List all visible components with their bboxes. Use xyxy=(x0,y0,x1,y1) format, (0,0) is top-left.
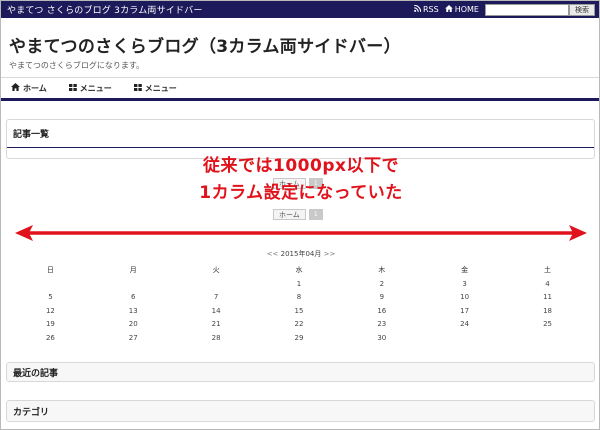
calendar-day: 2 xyxy=(379,279,385,288)
calendar-week-row: 26 27 28 29 30 xyxy=(9,331,589,345)
site-header: やまてつのさくらブログ（3カラム両サイドバー） やまてつのさくらブログになります… xyxy=(1,18,599,78)
calendar-day: 7 xyxy=(213,293,219,302)
calendar-day: 14 xyxy=(211,306,221,315)
calendar-weekday: 水 xyxy=(295,266,303,274)
nav-item-label: メニュー xyxy=(79,83,112,93)
calendar-week-row: 12 13 14 15 16 17 18 xyxy=(9,304,589,318)
nav-item-label: メニュー xyxy=(144,83,177,93)
search-form: 検索 xyxy=(485,3,595,16)
calendar-weekday: 木 xyxy=(378,266,386,274)
calendar-table: 日 月 火 水 木 金 土 1 2 3 4 5 6 7 8 9 10 11 12… xyxy=(9,263,589,345)
calendar-week-row: 1 2 3 4 xyxy=(9,277,589,291)
calendar-day: 16 xyxy=(377,306,387,315)
calendar-month: 2015年04月 xyxy=(280,250,322,258)
calendar-weekday-row: 日 月 火 水 木 金 土 xyxy=(9,263,589,277)
rss-label: RSS xyxy=(423,5,439,14)
calendar-day: 26 xyxy=(45,333,55,342)
calendar-day: 30 xyxy=(377,333,387,342)
calendar-caption: << 2015年04月 >> xyxy=(1,249,599,259)
recent-posts-title: 最近の記事 xyxy=(13,368,59,379)
calendar-day: 1 xyxy=(296,279,302,288)
calendar-day: 28 xyxy=(211,333,221,342)
calendar-day: 12 xyxy=(45,306,55,315)
rss-icon xyxy=(414,4,422,14)
calendar-weekday: 日 xyxy=(46,266,54,274)
rss-link[interactable]: RSS xyxy=(414,4,439,14)
calendar-day: 9 xyxy=(379,293,385,302)
home-label: HOME xyxy=(454,5,479,14)
article-list-header: 記事一覧 xyxy=(7,120,594,148)
categories-title: カテゴリ xyxy=(13,407,50,418)
blog-description: やまてつのさくらブログになります。 xyxy=(9,61,145,70)
search-input[interactable] xyxy=(485,3,569,16)
double-arrow-icon xyxy=(15,225,587,241)
article-list-title: 記事一覧 xyxy=(13,130,50,140)
calendar-day: 19 xyxy=(45,320,55,329)
calendar-day: 27 xyxy=(128,333,138,342)
calendar-weekday: 月 xyxy=(129,266,137,274)
browser-viewport: やまてつ さくらのブログ 3カラム両サイドバー RSS HOME 検索 やまてつ… xyxy=(0,0,600,430)
calendar-week-row: 5 6 7 8 9 10 11 xyxy=(9,291,589,305)
search-button[interactable]: 検索 xyxy=(569,3,595,16)
calendar-day: 18 xyxy=(543,306,552,315)
blog-title[interactable]: やまてつのさくらブログ（3カラム両サイドバー） xyxy=(9,32,599,57)
calendar-day: 4 xyxy=(545,279,550,288)
calendar-day xyxy=(175,277,258,291)
calendar-day: 20 xyxy=(128,320,138,329)
pager-bottom: ホーム 1 xyxy=(273,209,323,220)
calendar-day xyxy=(92,277,175,291)
calendar-week-row: 19 20 21 22 23 24 25 xyxy=(9,318,589,332)
calendar-day: 13 xyxy=(128,306,138,315)
calendar-next-link[interactable]: >> xyxy=(324,250,336,258)
grid-icon xyxy=(68,83,77,93)
recent-posts-widget: 最近の記事 xyxy=(6,362,595,382)
calendar-day xyxy=(423,331,506,345)
home-icon xyxy=(11,83,20,93)
home-link[interactable]: HOME xyxy=(444,5,479,14)
calendar-day xyxy=(506,331,589,345)
calendar-weekday: 火 xyxy=(212,266,220,274)
calendar-day: 11 xyxy=(543,293,552,302)
calendar-weekday: 土 xyxy=(544,266,552,274)
calendar-weekday: 金 xyxy=(461,266,469,274)
categories-widget: カテゴリ xyxy=(6,400,595,422)
calendar-day: 6 xyxy=(131,293,136,302)
calendar-day: 25 xyxy=(543,320,552,329)
calendar-day xyxy=(9,277,92,291)
top-bar: やまてつ さくらのブログ 3カラム両サイドバー RSS HOME 検索 xyxy=(1,1,599,18)
global-nav: ホーム メニュー メニュー xyxy=(1,78,599,101)
annotation-text: 従来では1000px以下で 1カラム設定になっていた xyxy=(1,153,599,207)
calendar-day: 3 xyxy=(462,279,467,288)
calendar-day: 5 xyxy=(48,293,53,302)
nav-item-menu-1[interactable]: メニュー xyxy=(68,83,112,94)
annotation-line-2: 1カラム設定になっていた xyxy=(199,183,403,203)
calendar-day: 24 xyxy=(460,320,470,329)
nav-item-label: ホーム xyxy=(23,83,47,93)
calendar-day: 15 xyxy=(294,306,304,315)
calendar-day: 23 xyxy=(377,320,387,329)
grid-icon xyxy=(133,83,142,93)
nav-item-home[interactable]: ホーム xyxy=(11,83,47,94)
calendar-prev-link[interactable]: << xyxy=(267,250,279,258)
calendar-day: 17 xyxy=(460,306,470,315)
site-title-link[interactable]: やまてつ さくらのブログ 3カラム両サイドバー xyxy=(7,3,414,16)
pager-page-number[interactable]: 1 xyxy=(308,209,323,220)
calendar-day: 22 xyxy=(294,320,304,329)
calendar-day: 29 xyxy=(294,333,304,342)
home-icon xyxy=(444,5,453,14)
calendar-day: 21 xyxy=(211,320,221,329)
nav-item-menu-2[interactable]: メニュー xyxy=(133,83,177,94)
annotation-line-1: 従来では1000px以下で xyxy=(203,156,399,176)
calendar-day: 10 xyxy=(460,293,470,302)
calendar-day: 8 xyxy=(296,293,302,302)
pager-home-button[interactable]: ホーム xyxy=(273,209,306,220)
